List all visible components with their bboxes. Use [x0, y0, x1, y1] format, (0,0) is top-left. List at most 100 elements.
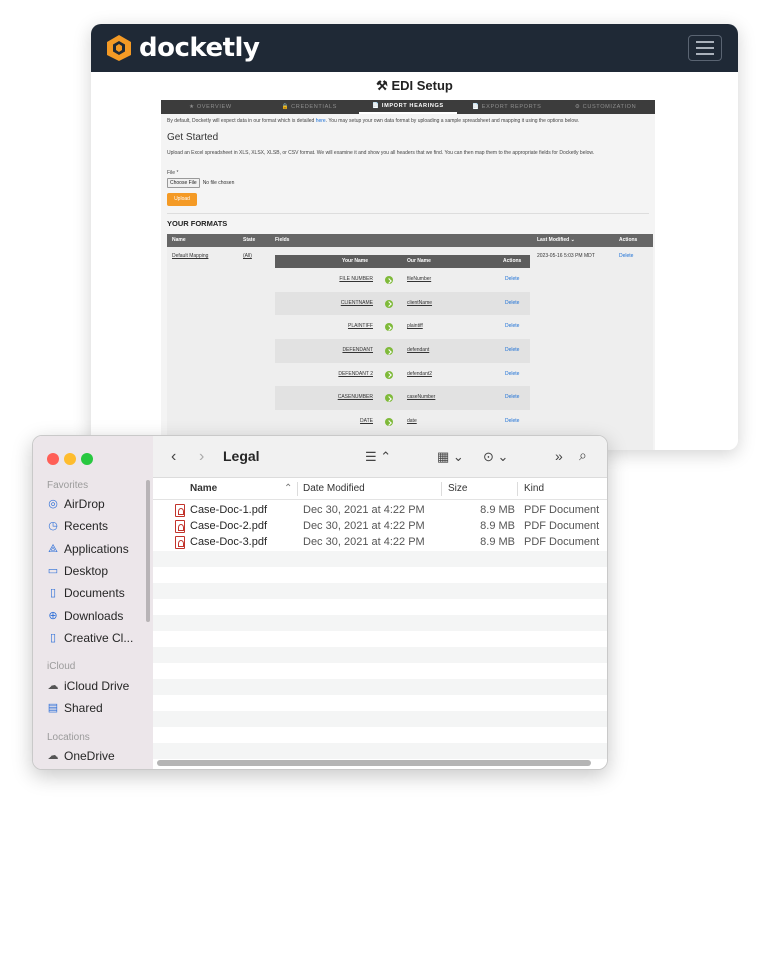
menu-bar-icon: [696, 41, 714, 43]
more-actions-icon[interactable]: ⊙ ⌄: [483, 449, 508, 465]
delete-mapping-link[interactable]: Delete: [505, 410, 519, 434]
arrow-right-icon: [385, 370, 393, 379]
your-field-name: DATE: [360, 418, 373, 425]
sidebar-item-downloads[interactable]: ⊕ Downloads: [47, 609, 123, 623]
sidebar-item-airdrop[interactable]: ◎ AirDrop: [47, 497, 105, 511]
column-separator[interactable]: [517, 482, 518, 496]
column-name[interactable]: Name: [172, 234, 186, 247]
sidebar-item-creative-cloud[interactable]: ▯ Creative Cl...: [47, 631, 133, 645]
column-mapping-actions: Actions: [503, 258, 522, 264]
file-kind: PDF Document: [524, 520, 600, 532]
delete-mapping-link[interactable]: Delete: [505, 268, 519, 292]
column-name[interactable]: Name: [190, 483, 217, 494]
sidebar-scrollbar[interactable]: [146, 480, 150, 622]
intro-text-part: . You may setup your own data format by …: [325, 118, 579, 124]
horizontal-scrollbar[interactable]: [157, 760, 591, 766]
empty-row: [153, 615, 607, 631]
file-row[interactable]: Case-Doc-2.pdf Dec 30, 2021 at 4:22 PM 8…: [153, 519, 607, 535]
upload-button[interactable]: Upload: [167, 193, 197, 206]
sort-ascending-icon: ⌃: [284, 483, 293, 494]
delete-mapping-link[interactable]: Delete: [505, 292, 519, 316]
field-mapping-table: Your Name Our Name Actions FILE NUMBER f…: [275, 255, 530, 434]
divider: [167, 213, 649, 214]
sidebar-item-onedrive[interactable]: ☁ OneDrive: [47, 749, 115, 763]
sidebar-item-icloud-drive[interactable]: ☁ iCloud Drive: [47, 679, 130, 693]
sidebar-section-icloud: iCloud: [47, 661, 76, 672]
column-last-modified[interactable]: Last Modified ⌄: [537, 234, 575, 247]
file-row[interactable]: Case-Doc-3.pdf Dec 30, 2021 at 4:22 PM 8…: [153, 535, 607, 551]
sidebar-item-label: iCloud Drive: [64, 679, 130, 693]
page-title: ⚒ EDI Setup: [91, 78, 738, 94]
file-name: Case-Doc-3.pdf: [190, 536, 268, 548]
sidebar-item-label: Applications: [64, 542, 129, 556]
our-field-name: plaintiff: [407, 323, 423, 330]
format-details-link[interactable]: here: [316, 118, 326, 124]
tab-overview[interactable]: ★ OVERVIEW: [161, 100, 260, 114]
our-field-name: date: [407, 418, 417, 425]
back-icon[interactable]: ‹: [171, 448, 176, 466]
arrow-right-icon: [385, 323, 393, 332]
column-fields: Fields: [275, 237, 290, 243]
choose-file-button[interactable]: Choose File: [167, 178, 200, 188]
file-size: 8.9 MB: [480, 504, 515, 516]
file-kind: PDF Document: [524, 536, 600, 548]
sidebar-item-label: Shared: [64, 701, 103, 715]
empty-row: [153, 679, 607, 695]
applications-icon: ⟁: [48, 543, 58, 555]
sidebar-item-desktop[interactable]: ▭ Desktop: [47, 564, 108, 578]
forward-icon[interactable]: ›: [199, 448, 204, 466]
file-name: Case-Doc-1.pdf: [190, 504, 268, 516]
shared-folder-icon: ▤: [47, 702, 59, 714]
tab-export-reports[interactable]: 📄 EXPORT REPORTS: [457, 100, 556, 114]
list-view-icon[interactable]: ☰ ⌃: [365, 449, 391, 465]
format-name-link[interactable]: Default Mapping: [172, 253, 208, 259]
mapping-row: CASENUMBER caseNumber Delete: [275, 386, 530, 411]
format-last-modified: 2023-05-16 5:03 PM MDT: [537, 253, 595, 259]
sidebar-item-label: Documents: [64, 586, 125, 600]
minimize-window-button[interactable]: [64, 453, 76, 465]
brand-name[interactable]: docketly: [139, 33, 260, 63]
mapping-table-header: Your Name Our Name Actions: [275, 255, 530, 268]
page-title-text: EDI Setup: [391, 78, 453, 93]
finder-sidebar: Favorites ◎ AirDrop ◷ Recents ⟁ Application…: [33, 436, 153, 769]
sidebar-item-label: AirDrop: [64, 497, 105, 511]
docketly-window: docketly ⚒ EDI Setup ★ OVERVIEW 🔒 CREDEN…: [91, 24, 738, 450]
sidebar-item-applications[interactable]: ⟁ Applications: [47, 542, 129, 556]
sidebar-item-shared[interactable]: ▤ Shared: [47, 701, 103, 715]
hamburger-menu-button[interactable]: [688, 35, 722, 61]
column-state[interactable]: State: [243, 234, 255, 247]
column-separator[interactable]: [297, 482, 298, 496]
sidebar-item-label: Desktop: [64, 564, 109, 578]
mapping-row: DEFENDANT 2 defendant2 Delete: [275, 363, 530, 387]
arrow-right-icon: [385, 347, 393, 356]
group-icon[interactable]: ▦ ⌄: [437, 449, 464, 465]
delete-format-link[interactable]: Delete: [619, 253, 633, 259]
file-row[interactable]: Case-Doc-1.pdf Dec 30, 2021 at 4:22 PM 8…: [153, 503, 607, 519]
arrow-right-icon: [385, 276, 393, 284]
delete-mapping-link[interactable]: Delete: [505, 339, 519, 363]
tab-import-hearings[interactable]: 📄 IMPORT HEARINGS: [358, 100, 458, 114]
search-icon[interactable]: ⌕: [579, 447, 587, 464]
mapping-row: DEFENDANT defendant Delete: [275, 339, 530, 363]
download-icon: ⊕: [48, 610, 58, 622]
document-icon: ▯: [49, 587, 57, 599]
column-kind[interactable]: Kind: [524, 483, 544, 494]
expand-toolbar-icon[interactable]: »: [555, 448, 563, 464]
column-date-modified[interactable]: Date Modified: [303, 483, 365, 494]
sidebar-item-recents[interactable]: ◷ Recents: [47, 519, 108, 533]
delete-mapping-link[interactable]: Delete: [505, 386, 519, 410]
intro-text: By default, Docketly will expect data in…: [167, 118, 647, 125]
sidebar-item-documents[interactable]: ▯ Documents: [47, 586, 125, 600]
tab-customization[interactable]: ⚙ CUSTOMIZATION: [556, 100, 655, 114]
zoom-window-button[interactable]: [81, 453, 93, 465]
column-separator[interactable]: [441, 482, 442, 496]
mapping-row: FILE NUMBER fileNumber Delete: [275, 268, 530, 292]
file-date: Dec 30, 2021 at 4:22 PM: [303, 504, 425, 516]
column-your-name: Your Name: [342, 258, 369, 264]
tools-icon: ⚒: [376, 78, 388, 93]
delete-mapping-link[interactable]: Delete: [505, 363, 519, 387]
tab-credentials[interactable]: 🔒 CREDENTIALS: [260, 100, 359, 114]
delete-mapping-link[interactable]: Delete: [505, 315, 519, 339]
column-size[interactable]: Size: [448, 483, 467, 494]
close-window-button[interactable]: [47, 453, 59, 465]
